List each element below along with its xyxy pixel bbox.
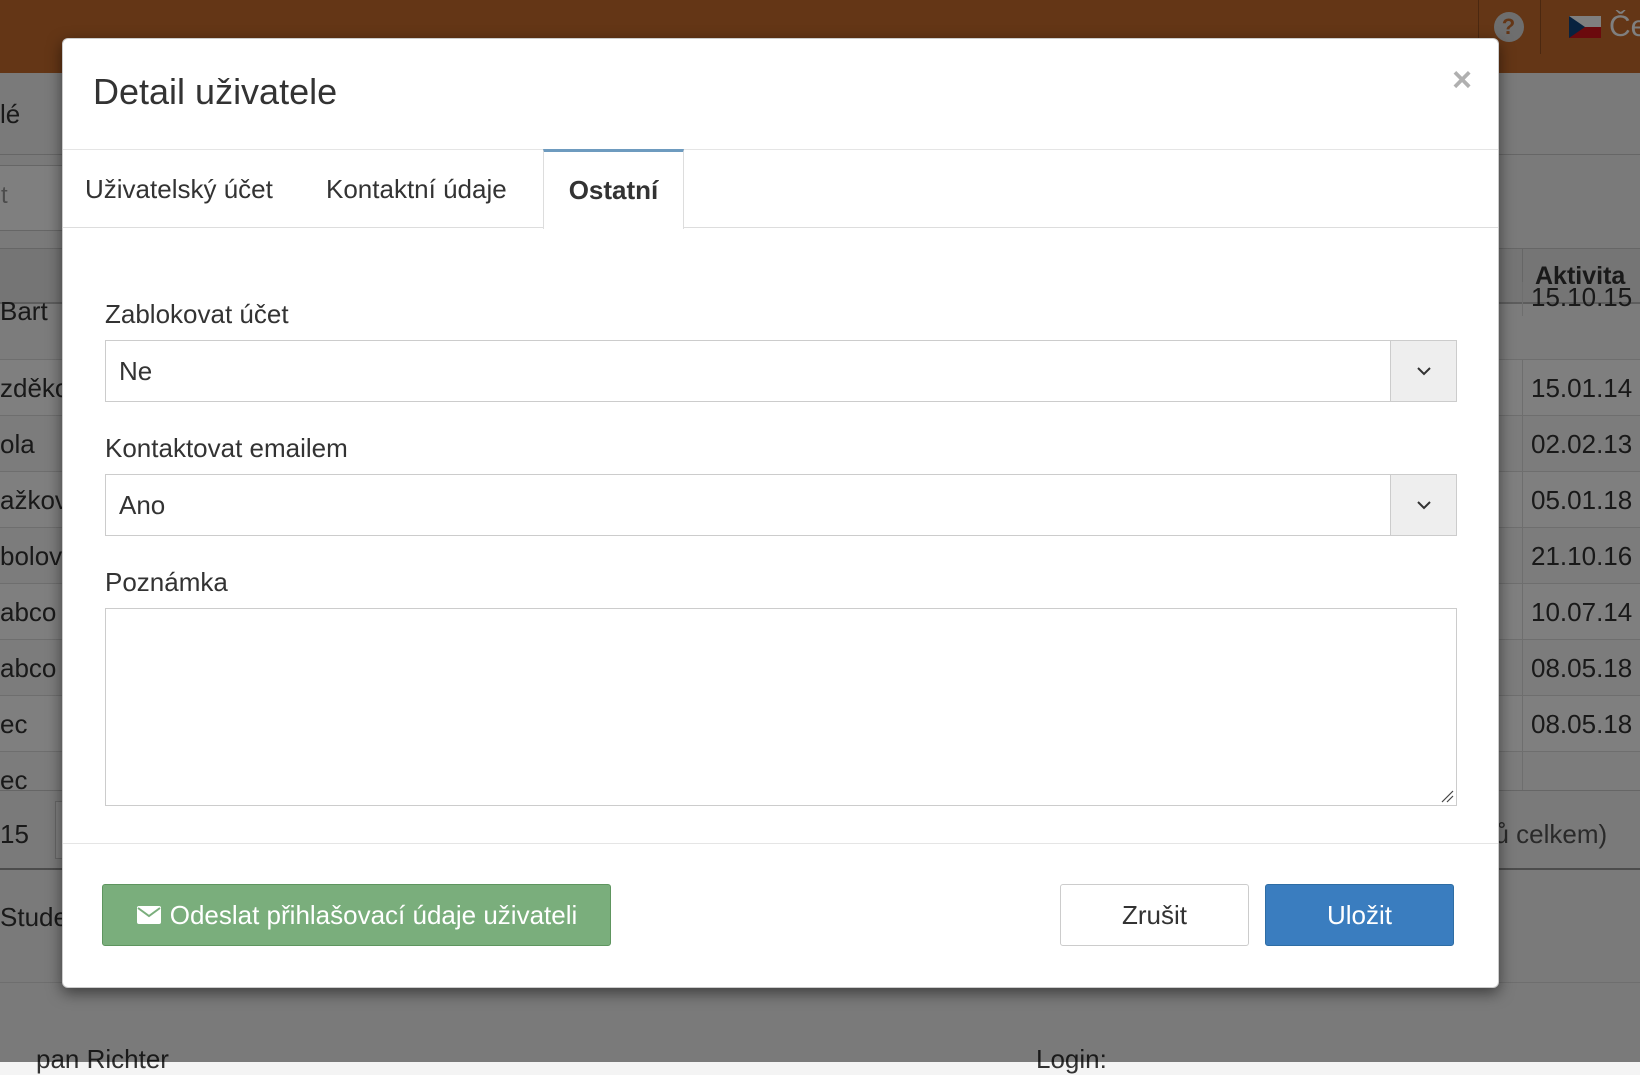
chevron-down-icon[interactable] (1390, 475, 1456, 535)
contact-email-label: Kontaktovat emailem (105, 433, 348, 463)
save-label: Uložit (1326, 899, 1392, 930)
contact-email-value: Ano (119, 490, 166, 520)
user-detail-modal: Detail uživatele × Uživatelský účet Kont… (62, 38, 1499, 988)
save-button[interactable]: Uložit (1265, 884, 1454, 946)
block-account-select[interactable]: Ne (105, 340, 1457, 402)
close-icon[interactable]: × (1452, 63, 1472, 97)
modal-title: Detail uživatele (93, 71, 338, 112)
note-label: Poznámka (105, 567, 228, 597)
tab-user-account[interactable]: Uživatelský účet (85, 149, 273, 228)
tab-other[interactable]: Ostatní (543, 149, 684, 229)
chevron-down-icon[interactable] (1390, 341, 1456, 401)
block-account-label: Zablokovat účet (105, 299, 289, 329)
modal-footer: Odeslat přihlašovací údaje uživateli Zru… (63, 843, 1498, 987)
modal-header: Detail uživatele × (63, 39, 1498, 150)
envelope-icon (136, 906, 161, 924)
resize-handle-icon[interactable] (1440, 789, 1454, 803)
send-credentials-button[interactable]: Odeslat přihlašovací údaje uživateli (102, 884, 611, 946)
contact-email-select[interactable]: Ano (105, 474, 1457, 536)
modal-tabs: Uživatelský účet Kontaktní údaje Ostatní (63, 149, 1498, 229)
cancel-label: Zrušit (1122, 899, 1187, 930)
tab-contact-details[interactable]: Kontaktní údaje (326, 149, 507, 228)
send-credentials-label: Odeslat přihlašovací údaje uživateli (169, 899, 578, 930)
block-account-value: Ne (119, 356, 153, 386)
cancel-button[interactable]: Zrušit (1060, 884, 1249, 946)
note-textarea[interactable] (105, 608, 1457, 806)
